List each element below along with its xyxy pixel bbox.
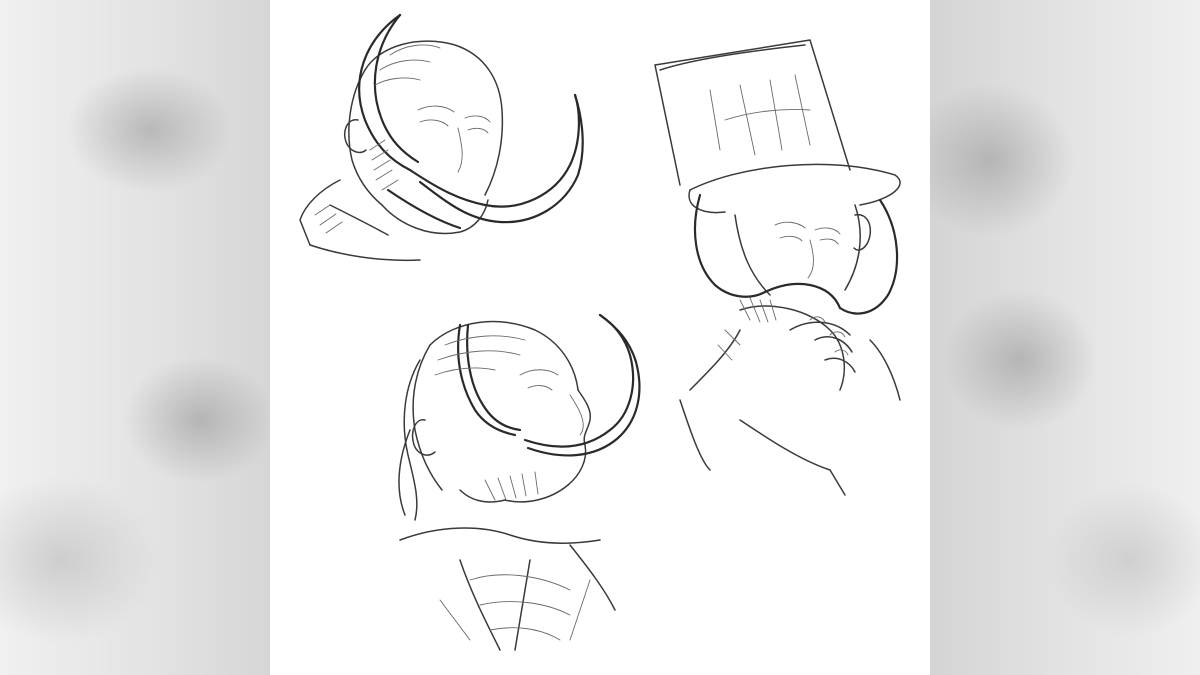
- portrait-right-top-hat: [654, 39, 901, 496]
- image-stage: [0, 0, 1200, 675]
- sketch-paper: [270, 0, 930, 675]
- sketch-drawing: [299, 13, 901, 651]
- portrait-top-left: [299, 13, 584, 262]
- blurred-backdrop-right: [930, 0, 1200, 675]
- portrait-bottom-center: [398, 313, 641, 651]
- blurred-backdrop-left: [0, 0, 270, 675]
